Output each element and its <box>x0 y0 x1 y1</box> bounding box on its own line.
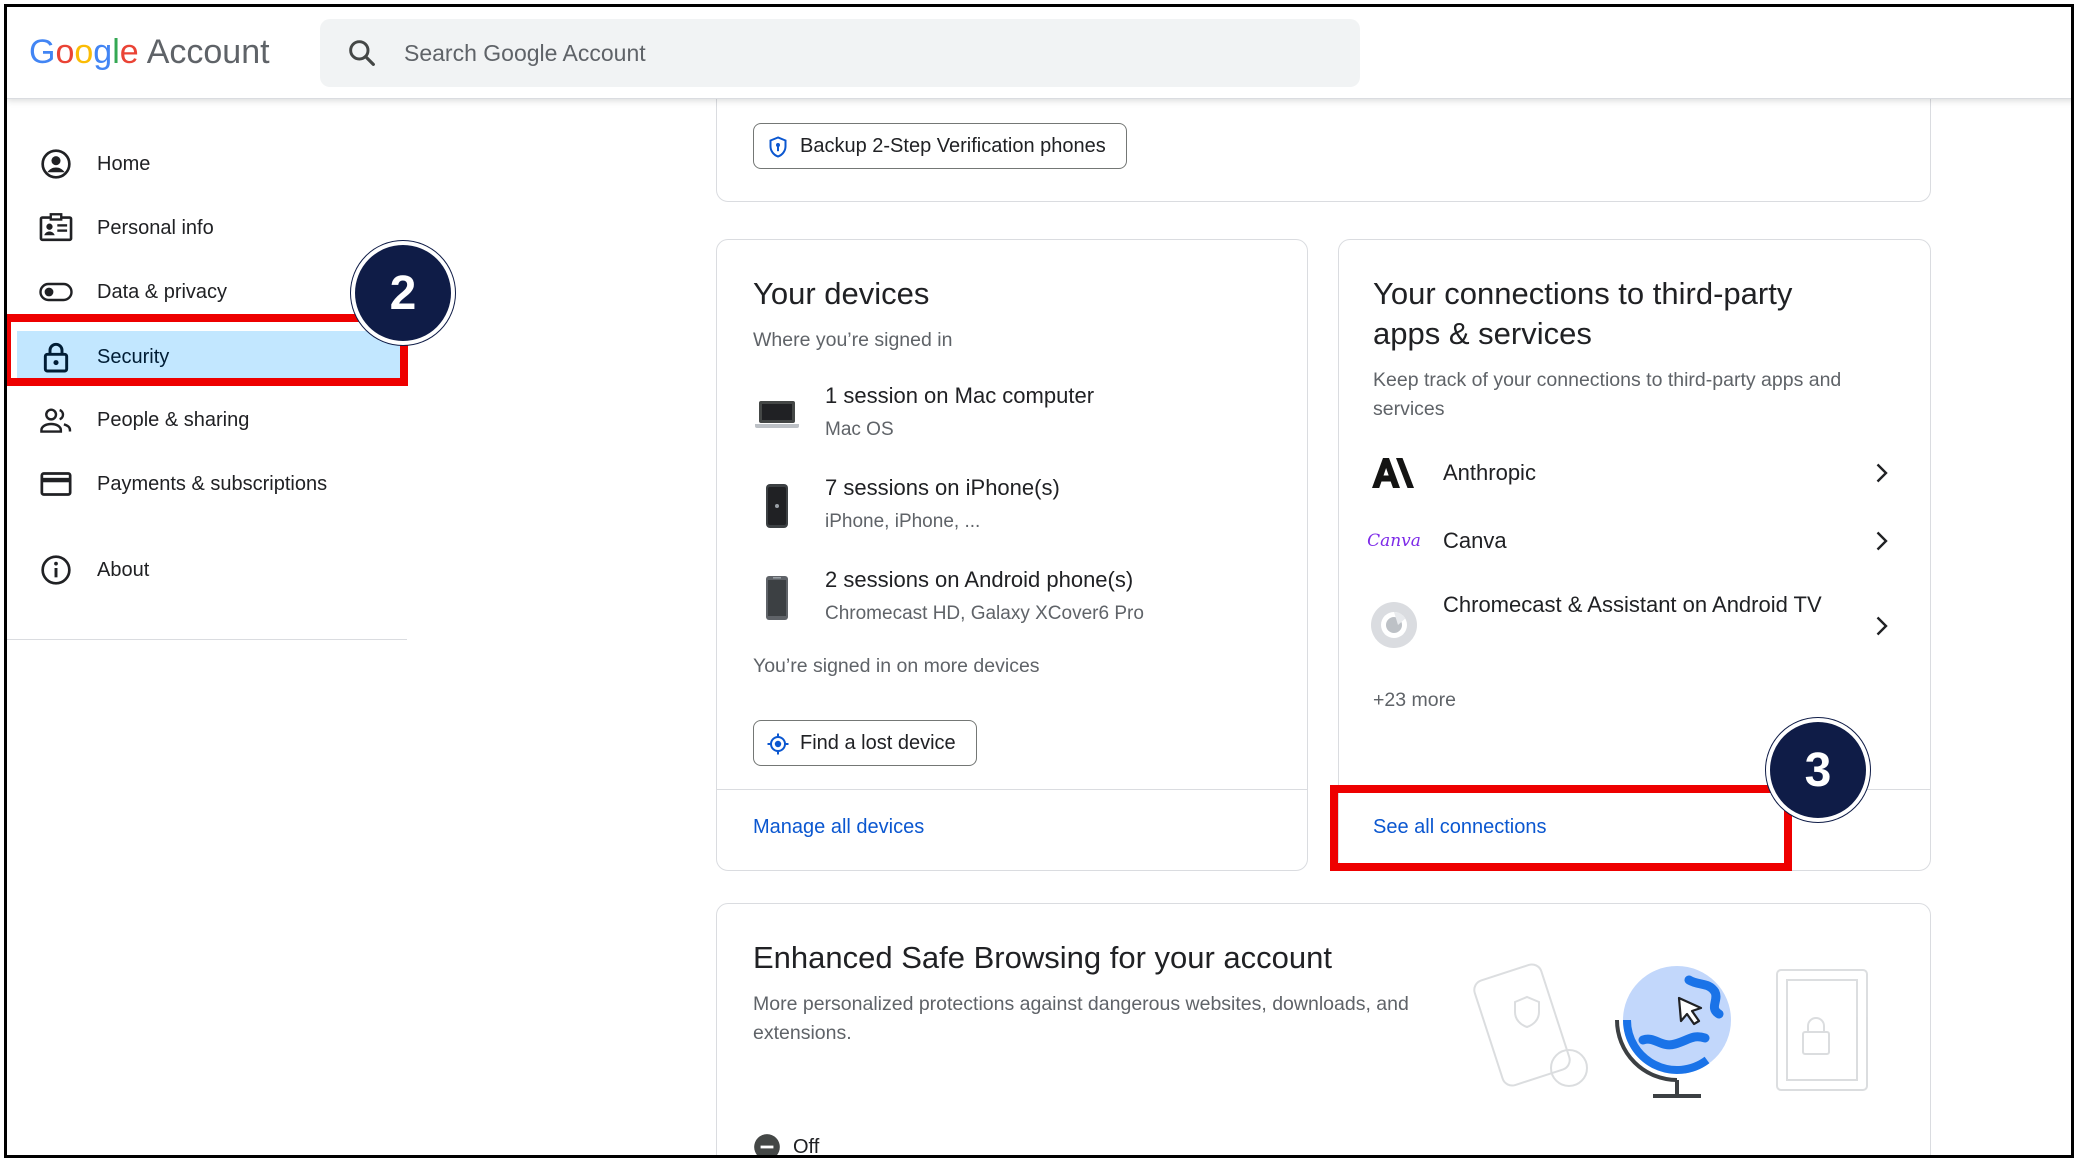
your-devices-card: Your devices Where you’re signed in 1 se… <box>716 239 1308 871</box>
logo-suffix: Account <box>146 33 270 71</box>
card-title-line2: apps & services <box>1373 316 1592 351</box>
more-connections-text: +23 more <box>1373 689 1456 711</box>
google-account-logo[interactable]: Google Account <box>29 33 270 72</box>
connection-label: Canva <box>1443 528 1507 553</box>
sidebar-item-people-sharing[interactable]: People & sharing <box>17 395 402 445</box>
android-phone-icon <box>751 573 803 623</box>
canva-logo-icon: Canva <box>1367 531 1421 551</box>
laptop-icon <box>751 389 803 439</box>
card-title: Your devices <box>753 276 930 311</box>
device-title: 7 sessions on iPhone(s) <box>825 475 1060 500</box>
logo-letter: o <box>74 33 94 71</box>
account-circle-icon <box>39 147 73 181</box>
see-all-connections-link[interactable]: See all connections <box>1373 816 1546 839</box>
sidebar-item-label: People & sharing <box>97 408 250 431</box>
search-icon[interactable] <box>346 37 378 69</box>
sidebar-divider <box>7 639 407 640</box>
people-icon <box>39 403 73 437</box>
connection-row-anthropic[interactable]: Anthropic <box>1369 448 1909 498</box>
screenshot-frame: GoogleAccount Home Personal info Data & … <box>4 4 2074 1158</box>
chevron-right-icon <box>1876 463 1888 483</box>
anthropic-logo-icon <box>1369 448 1419 498</box>
card-title-line1: Your connections to third-party <box>1373 276 1793 311</box>
iphone-icon <box>751 481 803 531</box>
info-icon <box>39 553 73 587</box>
sidebar-item-data-privacy[interactable]: Data & privacy <box>17 267 402 317</box>
top-app-bar: Google Account <box>7 7 2071 99</box>
search-bar[interactable] <box>320 19 1360 87</box>
sidebar-item-security[interactable]: Security <box>17 331 402 383</box>
sidebar-item-label: About <box>97 558 150 581</box>
sidebar-item-label: Security <box>97 345 170 368</box>
safe-browsing-illustration <box>1457 940 1897 1100</box>
logo-letter: l <box>112 33 120 71</box>
step-badge-3: 3 <box>1766 718 1870 822</box>
backup-2sv-phones-button[interactable]: Backup 2-Step Verification phones <box>753 123 1127 169</box>
device-title: 2 sessions on Android phone(s) <box>825 567 1134 592</box>
enhanced-safe-browsing-card: Enhanced Safe Browsing for your account … <box>716 903 1931 1158</box>
card-subtitle: More personalized protections against da… <box>753 993 1409 1044</box>
search-input[interactable] <box>404 33 1304 73</box>
shield-icon <box>769 136 787 158</box>
sidebar-item-label: Data & privacy <box>97 280 228 303</box>
connection-row-canva[interactable]: Canva Canva <box>1367 516 1909 566</box>
toggle-icon <box>39 275 73 309</box>
device-subtitle: iPhone, iPhone, ... <box>825 511 981 532</box>
card-subtitle: Where you’re signed in <box>753 329 953 351</box>
sidebar-item-personal-info[interactable]: Personal info <box>17 203 402 253</box>
id-card-icon <box>39 211 73 245</box>
device-title: 1 session on Mac computer <box>825 383 1095 408</box>
button-label: Backup 2-Step Verification phones <box>800 134 1106 157</box>
button-label: Find a lost device <box>800 731 956 754</box>
chevron-right-icon <box>1876 616 1888 636</box>
lock-icon <box>39 340 73 374</box>
sidebar-item-payments-subscriptions[interactable]: Payments & subscriptions <box>17 459 402 509</box>
device-subtitle: Mac OS <box>825 419 894 440</box>
connection-label: Anthropic <box>1443 460 1536 485</box>
credit-card-icon <box>39 467 73 501</box>
logo-letter: e <box>119 33 139 71</box>
logo-letter: o <box>55 33 75 71</box>
sidebar-item-label: Home <box>97 152 151 175</box>
device-row-iphone[interactable]: 7 sessions on iPhone(s) iPhone, iPhone, … <box>751 475 1291 545</box>
sidebar-item-label: Personal info <box>97 216 214 239</box>
device-row-mac[interactable]: 1 session on Mac computer Mac OS <box>751 383 1291 453</box>
connection-label: Chromecast & Assistant on Android TV <box>1443 592 1822 617</box>
status-label: Off <box>793 1135 820 1158</box>
logo-letter: G <box>29 33 56 71</box>
device-row-android[interactable]: 2 sessions on Android phone(s) Chromecas… <box>751 567 1291 637</box>
find-lost-device-button[interactable]: Find a lost device <box>753 720 977 766</box>
chromecast-logo-icon <box>1369 600 1419 650</box>
sidebar-item-home[interactable]: Home <box>17 139 402 189</box>
sidebar-item-about[interactable]: About <box>17 545 402 595</box>
more-devices-text: You’re signed in on more devices <box>753 655 1040 677</box>
connection-row-chromecast[interactable]: Chromecast & Assistant on Android TV <box>1369 586 1909 666</box>
manage-all-devices-link[interactable]: Manage all devices <box>753 816 924 839</box>
safe-browsing-status: Off <box>753 1132 820 1158</box>
card-footer: Manage all devices <box>717 789 1307 870</box>
status-off-icon <box>754 1134 780 1155</box>
step-badge-2: 2 <box>351 241 455 345</box>
card-title: Enhanced Safe Browsing for your account <box>753 940 1333 975</box>
card-subtitle: Keep track of your connections to third-… <box>1373 369 1842 420</box>
device-subtitle: Chromecast HD, Galaxy XCover6 Pro <box>825 603 1144 624</box>
sidebar-item-label: Payments & subscriptions <box>97 472 328 495</box>
locate-icon <box>767 733 789 755</box>
logo-letter: g <box>93 33 113 71</box>
chevron-right-icon <box>1876 531 1888 551</box>
